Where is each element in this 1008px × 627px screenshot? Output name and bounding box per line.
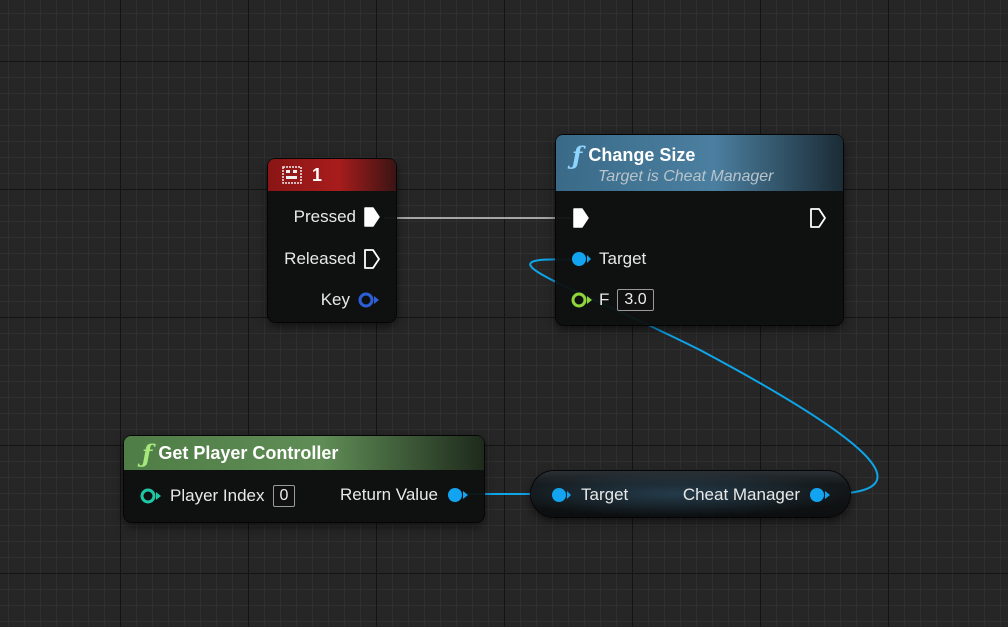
released-pin-row[interactable]: Released [284, 249, 380, 269]
get-player-controller-title: Get Player Controller [158, 442, 339, 463]
exec-pin-empty-icon[interactable] [364, 249, 380, 269]
object-pin-icon[interactable] [571, 251, 591, 267]
cheat-manager-target-label: Target [581, 485, 629, 504]
f-value-input[interactable]: 3.0 [617, 289, 654, 311]
cheat-manager-output-label: Cheat Manager [682, 485, 800, 504]
input-key-node-title: 1 [312, 164, 323, 185]
target-pin-row[interactable]: Target [571, 249, 646, 269]
wire-layer [384, 217, 879, 496]
f-pin-label: F [599, 290, 610, 309]
function-icon: ƒ [142, 438, 153, 468]
player-index-value-input[interactable]: 0 [272, 485, 296, 507]
change-size-node-header[interactable]: ƒ Change Size Target is Cheat Manager [556, 135, 843, 191]
float-pin-icon[interactable] [571, 292, 593, 308]
target-pin-label: Target [599, 249, 647, 268]
keyboard-key-icon [282, 166, 302, 184]
get-player-controller-node-header[interactable]: ƒ Get Player Controller [124, 436, 484, 470]
change-size-function-node[interactable]: ƒ Change Size Target is Cheat Manager Ta… [556, 135, 843, 325]
pressed-pin-label: Pressed [293, 207, 356, 226]
return-value-pin-label: Return Value [340, 485, 438, 504]
key-pin-label: Key [320, 290, 350, 309]
change-size-node-subtitle: Target is Cheat Manager [598, 167, 774, 185]
cheat-manager-output-pin-row[interactable]: Cheat Manager [683, 485, 830, 505]
cheat-manager-property-node[interactable]: Target Cheat Manager [531, 471, 850, 517]
key-pin-row[interactable]: Key [321, 290, 380, 310]
object-pin-icon[interactable] [808, 487, 830, 503]
f-pin-row[interactable]: F 3.0 [571, 289, 654, 311]
object-pin-icon[interactable] [446, 487, 468, 503]
get-player-controller-node[interactable]: ƒ Get Player Controller Player Index 0 R… [124, 436, 484, 522]
cheat-manager-target-pin-row[interactable]: Target [551, 485, 628, 505]
released-pin-label: Released [284, 249, 356, 268]
input-key-node-header[interactable]: 1 [268, 159, 396, 191]
function-icon: ƒ [572, 140, 583, 170]
return-value-pin-row[interactable]: Return Value [340, 485, 468, 505]
change-size-node-title: Change Size [588, 144, 696, 165]
object-pin-icon[interactable] [551, 487, 571, 503]
player-index-pin-row[interactable]: Player Index 0 [140, 485, 296, 507]
exec-output-pin-icon[interactable] [810, 208, 826, 228]
exec-pin-filled-icon[interactable] [364, 207, 380, 227]
player-index-pin-label: Player Index [170, 486, 265, 505]
pressed-pin-row[interactable]: Pressed [294, 207, 380, 227]
int-pin-icon[interactable] [140, 488, 162, 504]
input-key-event-node[interactable]: 1 Pressed Released Key [268, 159, 396, 322]
exec-input-pin-icon[interactable] [573, 208, 589, 228]
struct-pin-icon[interactable] [358, 292, 380, 308]
